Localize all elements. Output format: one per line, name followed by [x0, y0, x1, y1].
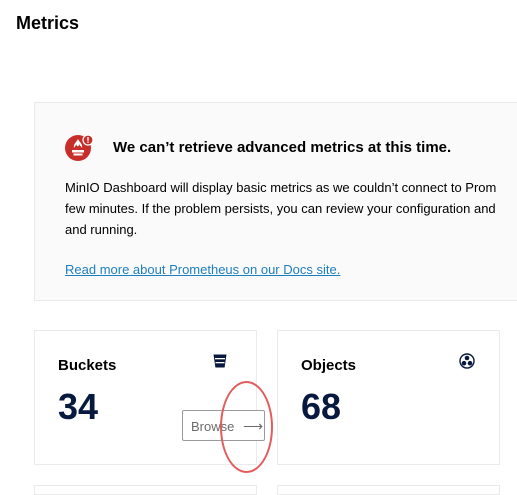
prometheus-warning-icon	[65, 134, 94, 161]
arrow-right-icon: ⟶	[243, 418, 264, 434]
browse-buckets-button[interactable]: Browse ⟶	[182, 410, 265, 441]
alert-message: MinIO Dashboard will display basic metri…	[65, 177, 517, 240]
objects-label: Objects	[301, 357, 357, 374]
card-partial	[34, 485, 257, 495]
buckets-label: Buckets	[58, 357, 117, 374]
alert-title: We can’t retrieve advanced metrics at th…	[113, 139, 452, 156]
alert-message-line: and running.	[65, 222, 138, 237]
card-partial	[277, 485, 500, 495]
objects-count: 68	[301, 386, 342, 427]
objects-icon	[459, 353, 475, 369]
page-title: Metrics	[16, 13, 80, 33]
bucket-icon	[213, 354, 227, 368]
alert-message-line: MinIO Dashboard will display basic metri…	[65, 180, 497, 195]
top-header: Metrics	[0, 0, 517, 60]
buckets-count: 34	[58, 386, 99, 427]
browse-label: Browse	[191, 419, 235, 434]
alert-message-line: few minutes. If the problem persists, yo…	[65, 201, 496, 216]
prometheus-docs-link[interactable]: Read more about Prometheus on our Docs s…	[65, 262, 340, 277]
